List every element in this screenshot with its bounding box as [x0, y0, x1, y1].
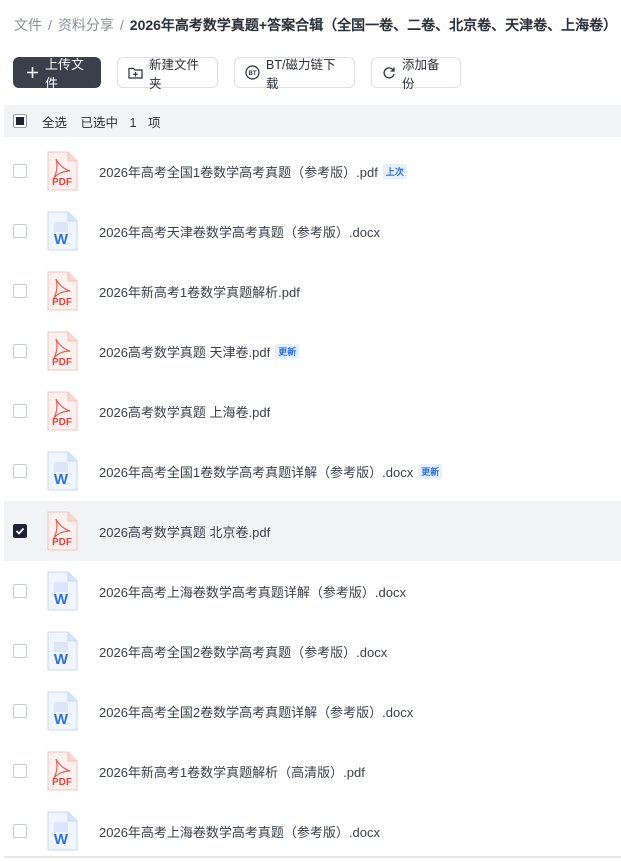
breadcrumb-separator: / — [48, 17, 52, 33]
word-file-icon: W — [46, 451, 78, 491]
bt-download-button[interactable]: BT BT/磁力链下载 — [234, 57, 355, 91]
breadcrumb-item-files[interactable]: 文件 — [14, 15, 42, 35]
file-status-badge: 更新 — [418, 463, 443, 479]
new-folder-button[interactable]: 新建文件夹 — [117, 57, 218, 91]
file-checkbox[interactable] — [13, 164, 27, 178]
new-folder-icon — [128, 66, 143, 79]
svg-text:PDF: PDF — [52, 357, 72, 368]
file-name[interactable]: 2026年高考上海卷数学高考真题（参考版）.docx — [99, 822, 380, 841]
new-folder-label: 新建文件夹 — [149, 57, 200, 91]
file-row[interactable]: PDF 2026高考数学真题 天津卷.pdf 更新 — [4, 321, 621, 381]
file-name[interactable]: 2026年高考全国2卷数学高考真题（参考版）.docx — [99, 642, 387, 661]
file-status-badge: 上次 — [382, 163, 407, 179]
selection-summary: 全选 已选中 1 项 — [42, 112, 170, 131]
file-checkbox[interactable] — [13, 404, 27, 418]
file-list: PDF 2026年高考全国1卷数学高考真题（参考版）.pdf 上次 W 2026年… — [4, 141, 621, 861]
file-checkbox[interactable] — [13, 704, 27, 718]
file-row[interactable]: W 2026年高考上海卷数学高考真题（参考版）.docx — [4, 801, 621, 861]
pdf-file-icon: PDF — [46, 751, 78, 791]
file-status-badge: 更新 — [275, 343, 300, 359]
toolbar: 上传文件 新建文件夹 BT BT/磁力链下载 添加备份 — [13, 57, 461, 91]
word-file-icon: W — [46, 211, 78, 251]
file-checkbox[interactable] — [13, 224, 27, 238]
file-name[interactable]: 2026高考数学真题 北京卷.pdf — [99, 522, 270, 541]
file-name[interactable]: 2026年高考全国1卷数学高考真题详解（参考版）.docx — [99, 462, 413, 481]
selected-suffix: 项 — [147, 115, 161, 130]
svg-text:PDF: PDF — [52, 417, 72, 428]
svg-text:W: W — [54, 831, 69, 848]
bt-badge-text: BT — [249, 71, 257, 77]
add-backup-button[interactable]: 添加备份 — [371, 57, 461, 91]
word-file-icon: W — [46, 631, 78, 671]
pdf-file-icon: PDF — [46, 331, 78, 371]
word-file-icon: W — [46, 571, 78, 611]
file-row[interactable]: PDF 2026年新高考1卷数学真题解析.pdf — [4, 261, 621, 321]
plus-icon — [26, 66, 39, 79]
breadcrumb-item-shared[interactable]: 资料分享 — [58, 15, 114, 35]
file-name[interactable]: 2026年高考全国2卷数学高考真题详解（参考版）.docx — [99, 702, 413, 721]
partial-check-indicator — [16, 117, 24, 125]
file-checkbox[interactable] — [13, 524, 27, 538]
add-backup-label: 添加备份 — [402, 57, 440, 91]
file-row[interactable]: W 2026年高考全国1卷数学高考真题详解（参考版）.docx 更新 — [4, 441, 621, 501]
svg-text:W: W — [54, 711, 69, 728]
sync-icon — [382, 66, 396, 80]
word-file-icon: W — [46, 691, 78, 731]
svg-text:PDF: PDF — [52, 297, 72, 308]
file-row[interactable]: W 2026年高考全国2卷数学高考真题详解（参考版）.docx — [4, 681, 621, 741]
file-row[interactable]: PDF 2026年新高考1卷数学真题解析（高清版）.pdf — [4, 741, 621, 801]
svg-text:W: W — [54, 591, 69, 608]
svg-text:W: W — [54, 231, 69, 248]
file-name[interactable]: 2026年新高考1卷数学真题解析.pdf — [99, 282, 300, 301]
file-row[interactable]: PDF 2026高考数学真题 北京卷.pdf — [4, 501, 621, 561]
svg-text:PDF: PDF — [52, 777, 72, 788]
file-name[interactable]: 2026年高考上海卷数学高考真题详解（参考版）.docx — [99, 582, 406, 601]
word-file-icon: W — [46, 811, 78, 851]
selected-prefix: 已选中 — [80, 115, 119, 130]
svg-text:PDF: PDF — [52, 177, 72, 188]
list-header: 全选 已选中 1 项 — [4, 105, 621, 137]
file-name[interactable]: 2026高考数学真题 天津卷.pdf — [99, 342, 270, 361]
file-row[interactable]: PDF 2026年高考全国1卷数学高考真题（参考版）.pdf 上次 — [4, 141, 621, 201]
file-row[interactable]: W 2026年高考天津卷数学高考真题（参考版）.docx — [4, 201, 621, 261]
file-checkbox[interactable] — [13, 344, 27, 358]
check-icon — [15, 527, 25, 535]
file-name[interactable]: 2026年高考全国1卷数学高考真题（参考版）.pdf — [99, 162, 378, 181]
file-row[interactable]: W 2026年高考全国2卷数学高考真题（参考版）.docx — [4, 621, 621, 681]
file-name[interactable]: 2026年高考天津卷数学高考真题（参考版）.docx — [99, 222, 380, 241]
file-checkbox[interactable] — [13, 644, 27, 658]
upload-button-label: 上传文件 — [45, 56, 85, 91]
upload-button[interactable]: 上传文件 — [13, 57, 101, 91]
file-checkbox[interactable] — [13, 464, 27, 478]
bt-magnet-icon: BT — [245, 65, 260, 80]
select-all-checkbox[interactable] — [13, 114, 27, 128]
svg-text:W: W — [54, 471, 69, 488]
file-row[interactable]: PDF 2026高考数学真题 上海卷.pdf — [4, 381, 621, 441]
svg-text:PDF: PDF — [52, 537, 72, 548]
file-name[interactable]: 2026高考数学真题 上海卷.pdf — [99, 402, 270, 421]
svg-text:W: W — [54, 651, 69, 668]
file-checkbox[interactable] — [13, 764, 27, 778]
file-name[interactable]: 2026年新高考1卷数学真题解析（高清版）.pdf — [99, 762, 365, 781]
selected-count: 1 — [129, 115, 137, 130]
file-row[interactable]: W 2026年高考上海卷数学高考真题详解（参考版）.docx — [4, 561, 621, 621]
file-checkbox[interactable] — [13, 284, 27, 298]
pdf-file-icon: PDF — [46, 271, 78, 311]
file-checkbox[interactable] — [13, 584, 27, 598]
pdf-file-icon: PDF — [46, 151, 78, 191]
bt-download-label: BT/磁力链下载 — [266, 57, 336, 91]
divider — [4, 856, 621, 858]
pdf-file-icon: PDF — [46, 391, 78, 431]
breadcrumb-item-current: 2026年高考数学真题+答案合辑（全国一卷、二卷、北京卷、天津卷、上海卷） — [129, 17, 618, 33]
select-all-label[interactable]: 全选 — [42, 116, 67, 130]
file-checkbox[interactable] — [13, 824, 27, 838]
breadcrumb: 文件 / 资料分享 / 2026年高考数学真题+答案合辑（全国一卷、二卷、北京卷… — [14, 14, 621, 36]
breadcrumb-separator: / — [119, 17, 124, 33]
pdf-file-icon: PDF — [46, 511, 78, 551]
